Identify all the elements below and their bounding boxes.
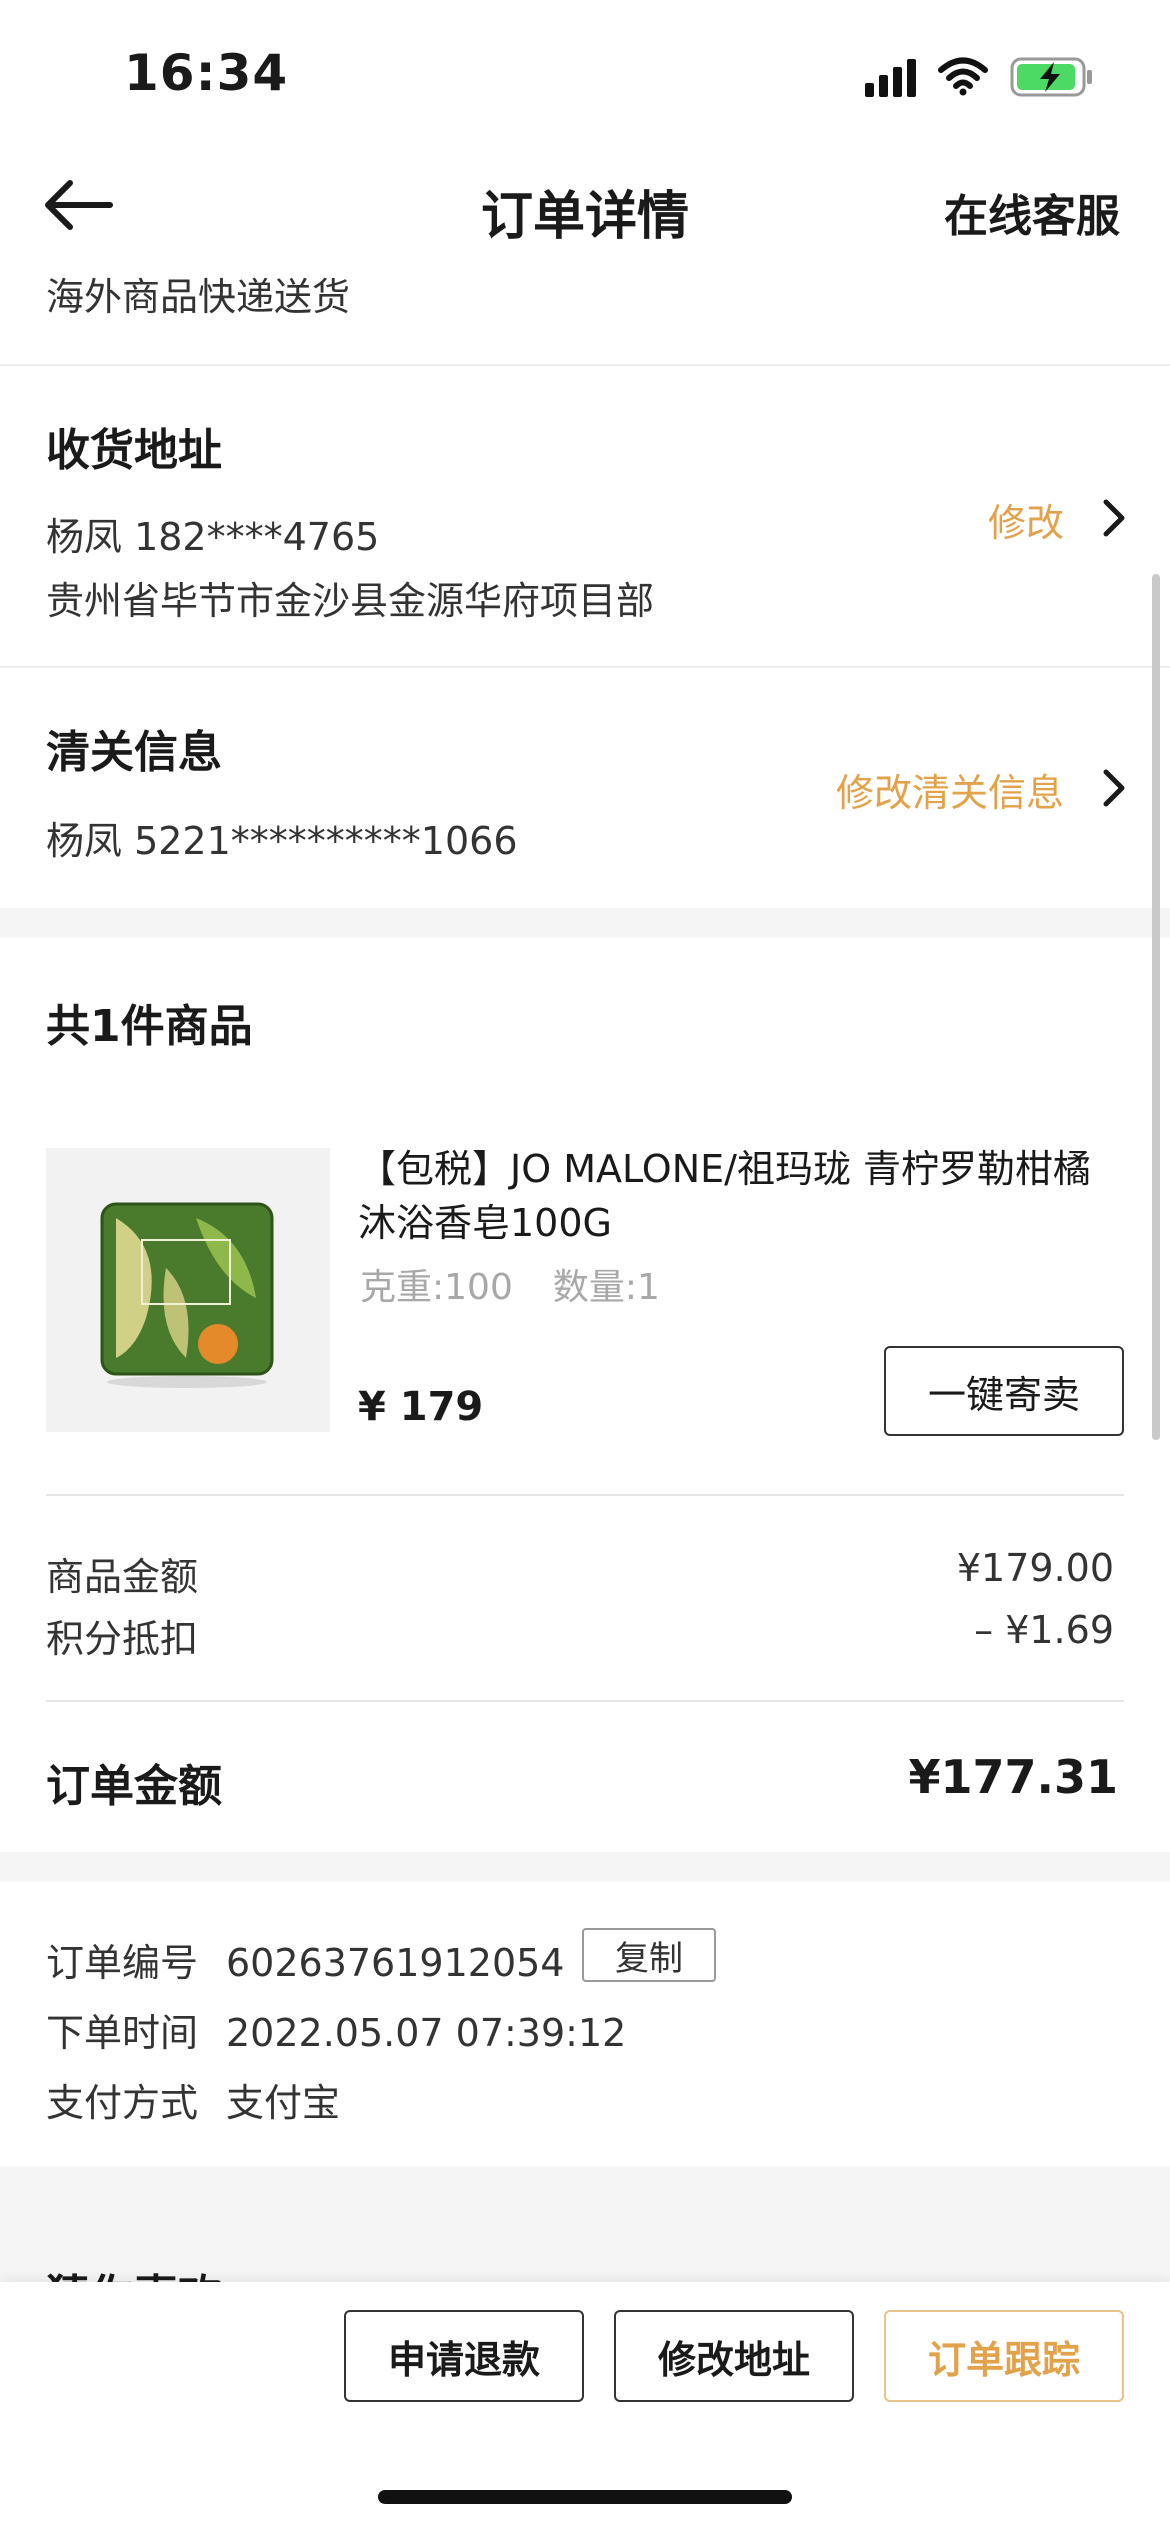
one-click-resell-button[interactable]: 一键寄卖 bbox=[884, 1346, 1124, 1436]
product-title[interactable]: 【包税】JO MALONE/祖玛珑 青柠罗勒柑橘沐浴香皂100G bbox=[358, 1142, 1098, 1250]
bottom-action-bar: 申请退款 修改地址 订单跟踪 bbox=[0, 2282, 1170, 2532]
copy-order-number-button[interactable]: 复制 bbox=[582, 1928, 716, 1982]
product-image[interactable] bbox=[46, 1148, 330, 1432]
section-gap bbox=[0, 1852, 1170, 1882]
shipping-note: 海外商品快递送货 bbox=[46, 275, 351, 319]
points-deduction-value: – ¥1.69 bbox=[974, 1608, 1114, 1652]
order-time-row: 下单时间 2022.05.07 07:39:12 bbox=[46, 2002, 626, 2057]
product-quantity: 数量:1 bbox=[552, 1267, 660, 1308]
status-bar: 16:34 bbox=[0, 0, 1170, 150]
divider bbox=[0, 666, 1170, 668]
section-gap bbox=[0, 908, 1170, 938]
wifi-icon bbox=[938, 57, 988, 96]
address-detail: 贵州省毕节市金沙县金源华府项目部 bbox=[46, 579, 655, 623]
goods-amount-label: 商品金额 bbox=[46, 1555, 199, 1599]
points-deduction-label: 积分抵扣 bbox=[46, 1617, 199, 1661]
customs-title: 清关信息 bbox=[46, 727, 222, 778]
battery-charging-icon bbox=[1010, 57, 1092, 97]
edit-customs-link[interactable]: 修改清关信息 bbox=[836, 762, 1064, 817]
edit-address-link[interactable]: 修改 bbox=[988, 492, 1064, 547]
address-title: 收货地址 bbox=[46, 425, 222, 476]
divider bbox=[46, 1700, 1124, 1702]
order-number-label: 订单编号 bbox=[46, 1941, 199, 1985]
product-price: ¥ 179 bbox=[358, 1384, 484, 1430]
goods-amount-value: ¥179.00 bbox=[956, 1546, 1114, 1590]
chevron-right-icon[interactable] bbox=[1094, 496, 1134, 540]
divider bbox=[0, 364, 1170, 366]
chevron-right-icon[interactable] bbox=[1094, 766, 1134, 810]
goods-count-title: 共1件商品 bbox=[46, 1001, 253, 1052]
order-tracking-button[interactable]: 订单跟踪 bbox=[884, 2310, 1124, 2402]
order-time-label: 下单时间 bbox=[46, 2011, 199, 2055]
order-total-value: ¥177.31 bbox=[908, 1750, 1118, 1804]
order-time-value: 2022.05.07 07:39:12 bbox=[226, 2011, 627, 2055]
status-icons bbox=[865, 50, 1094, 104]
product-meta: 克重:100 数量:1 bbox=[360, 1258, 660, 1310]
online-service-link[interactable]: 在线客服 bbox=[944, 180, 1120, 244]
scrollbar[interactable] bbox=[1152, 574, 1160, 1440]
payment-method-row: 支付方式 支付宝 bbox=[46, 2072, 340, 2127]
request-refund-button[interactable]: 申请退款 bbox=[344, 2310, 584, 2402]
payment-method-label: 支付方式 bbox=[46, 2081, 199, 2125]
address-name-phone: 杨凤 182****4765 bbox=[46, 515, 380, 559]
divider bbox=[46, 1494, 1124, 1496]
nav-bar: 订单详情 在线客服 bbox=[0, 150, 1170, 262]
payment-method-value: 支付宝 bbox=[226, 2081, 341, 2125]
order-number-row: 订单编号 60263761912054 bbox=[46, 1932, 564, 1987]
order-number-value: 60263761912054 bbox=[226, 1941, 565, 1985]
product-weight: 克重:100 bbox=[360, 1267, 513, 1308]
home-indicator bbox=[378, 2490, 792, 2504]
cellular-signal-icon bbox=[865, 57, 916, 97]
status-time: 16:34 bbox=[124, 44, 289, 102]
order-total-label: 订单金额 bbox=[46, 1761, 222, 1812]
modify-address-button[interactable]: 修改地址 bbox=[614, 2310, 854, 2402]
soap-product-image bbox=[100, 1202, 274, 1388]
customs-name-id: 杨凤 5221**********1066 bbox=[46, 819, 518, 863]
